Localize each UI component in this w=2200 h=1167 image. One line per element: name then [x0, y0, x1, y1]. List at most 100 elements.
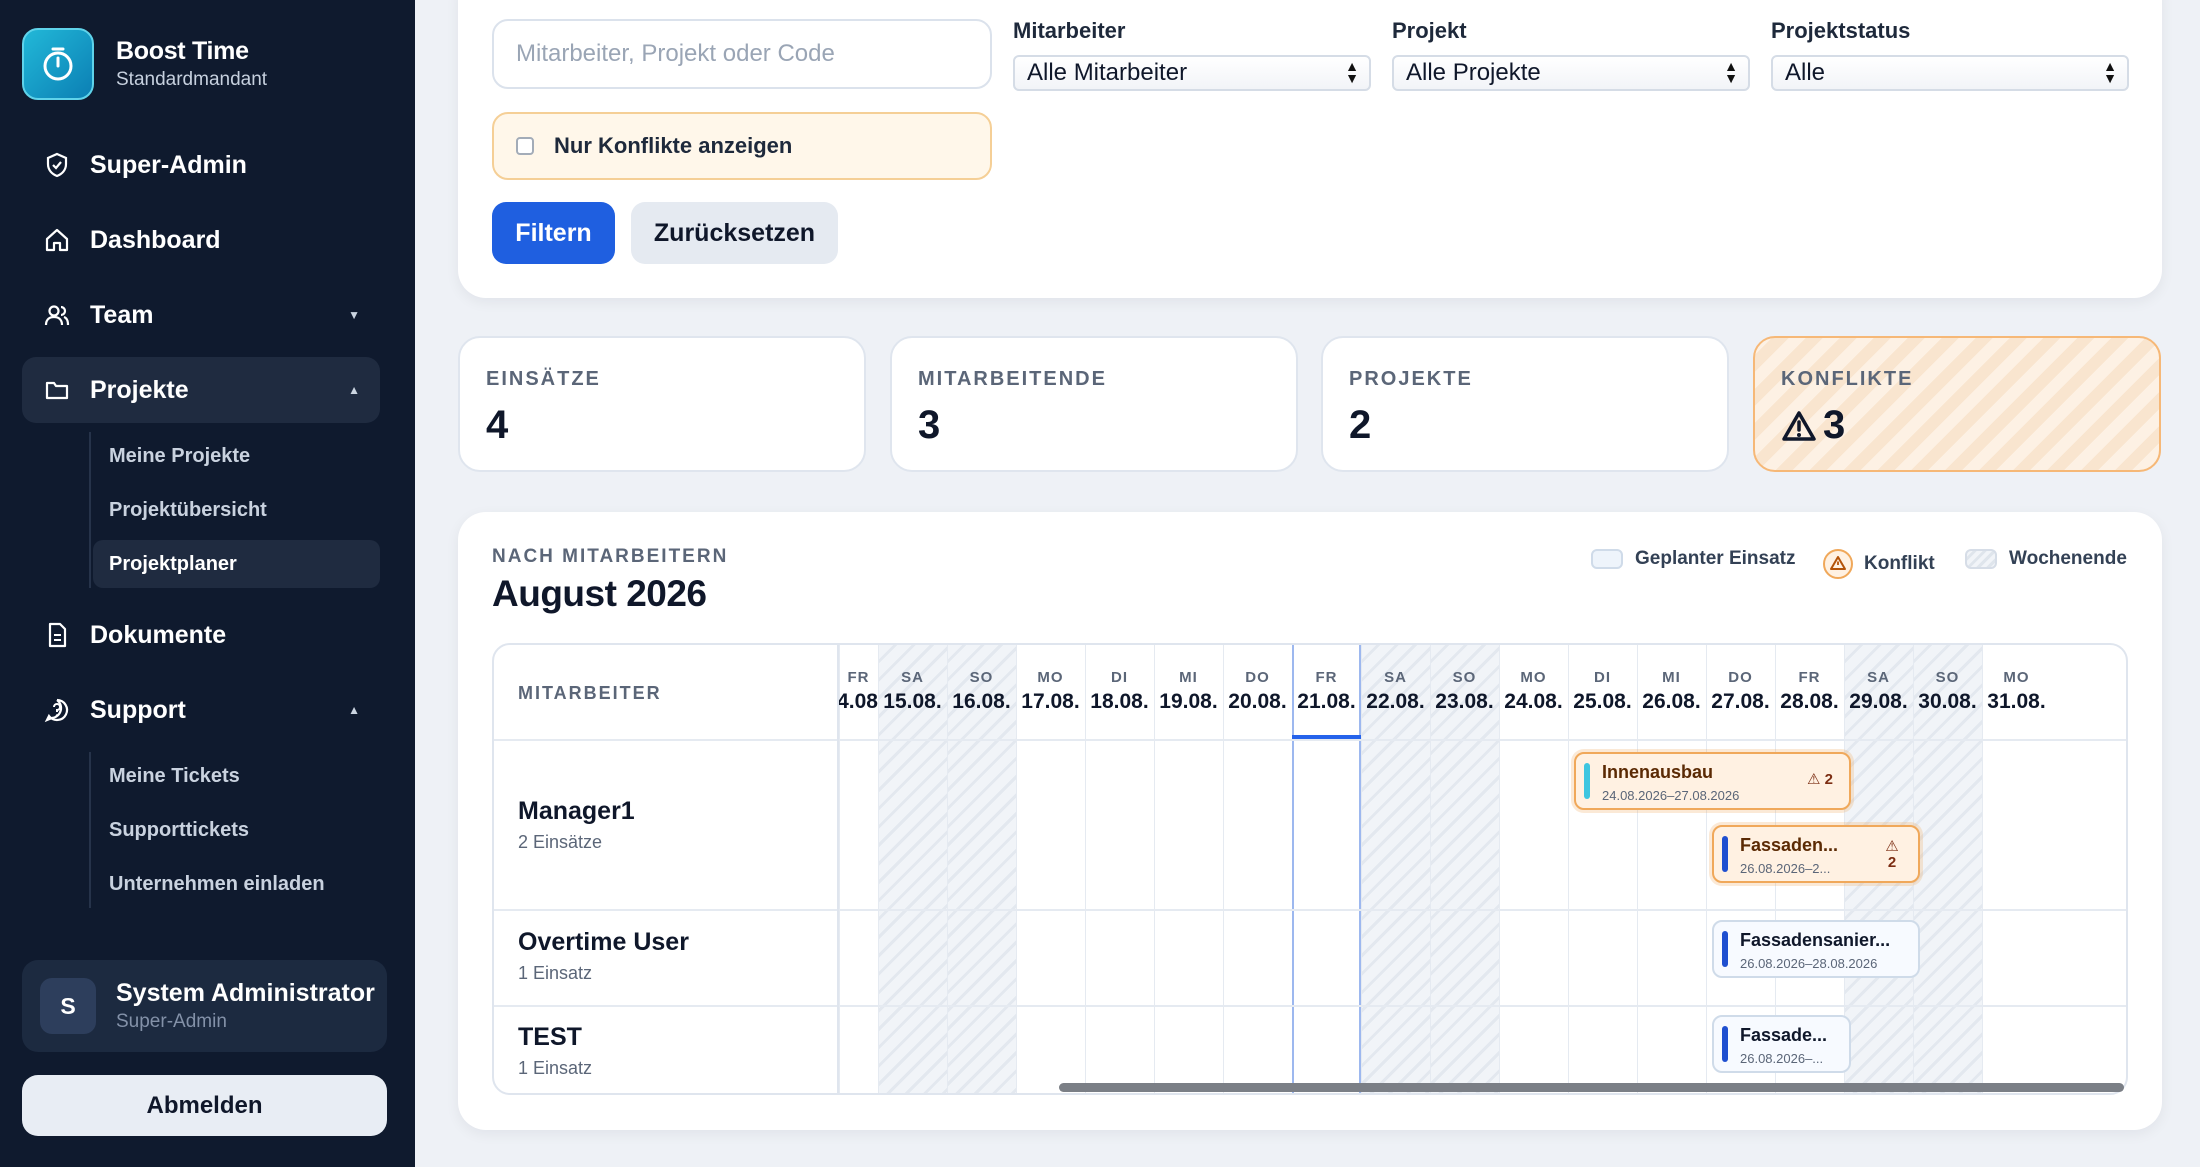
day-date: 28.08. [1780, 690, 1839, 713]
stat-value: 3 [918, 403, 941, 447]
conflicts-only-checkbox[interactable] [516, 137, 534, 155]
day-date: 27.08. [1711, 690, 1770, 713]
users-icon [42, 300, 72, 330]
conflicts-only-label: Nur Konflikte anzeigen [554, 133, 793, 158]
sidebar: Boost Time Standardmandant Super-Admin D… [0, 0, 415, 1167]
day-date: 19.08. [1159, 690, 1218, 713]
assignment-bar[interactable]: Fassade... 26.08.2026–... [1712, 1015, 1851, 1073]
assignment-dates: 26.08.2026–... [1740, 1051, 1824, 1066]
day-date: 31.08. [1987, 690, 2046, 713]
employee-row-label[interactable]: Manager1 2 Einsätze [518, 797, 635, 853]
home-icon [42, 225, 72, 255]
stopwatch-icon [22, 28, 94, 100]
nav-support[interactable]: Support ▲ [22, 677, 380, 743]
employee-assignment-count: 2 Einsätze [518, 832, 603, 852]
assignment-bar[interactable]: Innenausbau 24.08.2026–27.08.2026 ⚠ 2 [1574, 752, 1851, 810]
nav-support-tickets[interactable]: Supporttickets [93, 806, 380, 854]
stat-label: MITARBEITENDE [918, 368, 1107, 390]
day-header: MO 24.08. [1499, 645, 1568, 714]
day-weekday: SA [1867, 669, 1890, 686]
day-weekday: MI [1662, 669, 1681, 686]
select-arrows-icon: ▲ ▼ [1345, 58, 1359, 86]
day-header: SA 15.08. [878, 645, 947, 714]
employee-row-label[interactable]: TEST 1 Einsatz [518, 1023, 592, 1079]
employee-filter-label: Mitarbeiter [1013, 18, 1126, 43]
folder-icon [42, 375, 72, 405]
stat-label: EINSÄTZE [486, 368, 601, 390]
conflict-count-badge: ⚠ 2 [1807, 771, 1833, 788]
help-chat-icon [42, 695, 72, 725]
chevron-up-icon: ▲ [348, 703, 360, 717]
nav-project-overview[interactable]: Projektübersicht [93, 486, 380, 534]
day-weekday: DO [1728, 669, 1753, 686]
day-weekday: MO [1520, 669, 1547, 686]
day-date: 22.08. [1366, 690, 1425, 713]
nav-invite-company[interactable]: Unternehmen einladen [93, 860, 380, 908]
reset-button[interactable]: Zurücksetzen [631, 202, 838, 264]
nav-documents[interactable]: Dokumente [22, 602, 380, 668]
day-weekday: DI [1111, 669, 1128, 686]
day-weekday: SA [1384, 669, 1407, 686]
day-date: 17.08. [1021, 690, 1080, 713]
chevron-up-icon: ▲ [348, 383, 360, 397]
day-header: MI 26.08. [1637, 645, 1706, 714]
nav-support-label: Support [90, 695, 186, 724]
logout-button[interactable]: Abmelden [22, 1075, 387, 1136]
row-divider [494, 739, 2126, 741]
row-divider [494, 909, 2126, 911]
day-date: 14.08. [839, 690, 878, 713]
conflicts-only-toggle[interactable]: Nur Konflikte anzeigen [492, 112, 992, 180]
assignment-color-bar [1722, 836, 1728, 872]
project-select[interactable]: Alle Projekte ▲ ▼ [1392, 55, 1750, 91]
day-date: 16.08. [952, 690, 1011, 713]
filter-button[interactable]: Filtern [492, 202, 615, 264]
nav-super-admin[interactable]: Super-Admin [22, 132, 380, 198]
assignment-bar[interactable]: Fassadensanier... 26.08.2026–28.08.2026 [1712, 920, 1920, 978]
horizontal-scrollbar[interactable] [1059, 1083, 2124, 1092]
day-weekday: DI [1594, 669, 1611, 686]
chevron-down-icon: ▼ [348, 308, 360, 322]
day-weekday: FR [1798, 669, 1821, 686]
nav-my-tickets[interactable]: Meine Tickets [93, 752, 380, 800]
stat-value: 4 [486, 403, 509, 447]
nav-documents-label: Dokumente [90, 620, 227, 649]
search-input[interactable]: Mitarbeiter, Projekt oder Code [492, 19, 992, 89]
assignment-bar[interactable]: Fassaden... 26.08.2026–2... ⚠ 2 [1712, 825, 1920, 883]
employee-row-label[interactable]: Overtime User 1 Einsatz [518, 928, 689, 984]
brand[interactable]: Boost Time Standardmandant [22, 28, 267, 100]
user-card[interactable]: S System Administrator Super-Admin [22, 960, 387, 1052]
nav-team[interactable]: Team ▼ [22, 282, 380, 348]
day-date: 24.08. [1504, 690, 1563, 713]
day-weekday: SO [969, 669, 994, 686]
nav-project-planner[interactable]: Projektplaner [93, 540, 380, 588]
day-weekday: MO [2003, 669, 2030, 686]
user-role: Super-Admin [116, 1011, 227, 1032]
status-select[interactable]: Alle ▲ ▼ [1771, 55, 2129, 91]
day-weekday: DO [1245, 669, 1270, 686]
employee-select-value: Alle Mitarbeiter [1027, 59, 1188, 86]
status-select-value: Alle [1785, 59, 1826, 86]
support-submenu: Meine Tickets Supporttickets Unternehmen… [89, 752, 380, 908]
day-weekday: MI [1179, 669, 1198, 686]
day-date: 20.08. [1228, 690, 1287, 713]
select-arrows-icon: ▲ ▼ [1724, 58, 1738, 86]
assignment-title: Fassade... [1740, 1025, 1828, 1045]
assignment-dates: 24.08.2026–27.08.2026 [1602, 788, 1740, 803]
legend-weekend: Wochenende [1965, 548, 2127, 570]
shield-icon [42, 150, 72, 180]
nav-dashboard[interactable]: Dashboard [22, 207, 380, 273]
user-name: System Administrator [116, 979, 375, 1007]
employee-assignment-count: 1 Einsatz [518, 963, 593, 983]
day-header: SA 22.08. [1361, 645, 1430, 714]
day-header: MO 31.08. [1982, 645, 2051, 714]
nav-projects[interactable]: Projekte ▲ [22, 357, 380, 423]
employee-select[interactable]: Alle Mitarbeiter ▲ ▼ [1013, 55, 1371, 91]
stat-conflicts-value-row: 3 [1781, 403, 2159, 448]
stat-employees: MITARBEITENDE 3 [890, 336, 1298, 472]
employee-name: Manager1 [518, 797, 635, 825]
assignment-color-bar [1722, 931, 1728, 967]
stat-value: 3 [1823, 403, 1846, 447]
nav-my-projects[interactable]: Meine Projekte [93, 432, 380, 480]
assignment-dates: 26.08.2026–28.08.2026 [1740, 956, 1878, 971]
document-icon [42, 620, 72, 650]
